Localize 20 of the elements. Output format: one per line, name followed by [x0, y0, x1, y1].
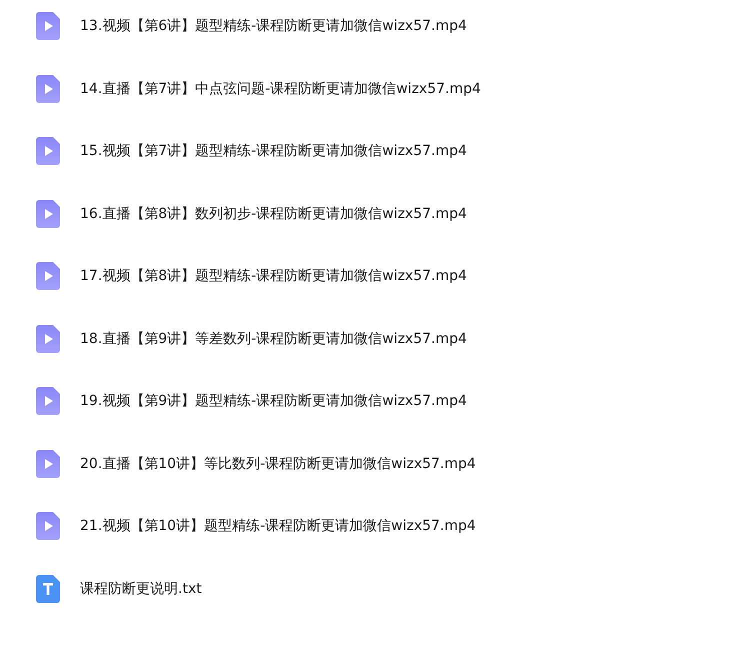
video-file-icon — [36, 512, 60, 540]
file-name[interactable]: 13.视频【第6讲】题型精练-课程防断更请加微信wizx57.mp4 — [80, 16, 467, 36]
video-file-icon — [36, 387, 60, 415]
video-file-icon — [36, 450, 60, 478]
file-name[interactable]: 课程防断更说明.txt — [80, 578, 202, 598]
file-name[interactable]: 17.视频【第8讲】题型精练-课程防断更请加微信wizx57.mp4 — [80, 266, 467, 286]
video-file-icon — [36, 137, 60, 165]
file-name[interactable]: 18.直播【第9讲】等差数列-课程防断更请加微信wizx57.mp4 — [80, 328, 467, 348]
file-name[interactable]: 14.直播【第7讲】中点弦问题-课程防断更请加微信wizx57.mp4 — [80, 78, 481, 98]
video-file-icon — [36, 74, 60, 102]
file-name[interactable]: 16.直播【第8讲】数列初步-课程防断更请加微信wizx57.mp4 — [80, 204, 467, 224]
video-file-icon — [36, 200, 60, 228]
video-file-icon — [36, 324, 60, 352]
text-file-icon — [36, 574, 60, 602]
video-file-icon — [36, 12, 60, 40]
file-name[interactable]: 20.直播【第10讲】等比数列-课程防断更请加微信wizx57.mp4 — [80, 454, 476, 474]
file-name[interactable]: 19.视频【第9讲】题型精练-课程防断更请加微信wizx57.mp4 — [80, 391, 467, 411]
file-name[interactable]: 21.视频【第10讲】题型精练-课程防断更请加微信wizx57.mp4 — [80, 516, 476, 536]
file-name[interactable]: 15.视频【第7讲】题型精练-课程防断更请加微信wizx57.mp4 — [80, 141, 467, 161]
video-file-icon — [36, 262, 60, 290]
